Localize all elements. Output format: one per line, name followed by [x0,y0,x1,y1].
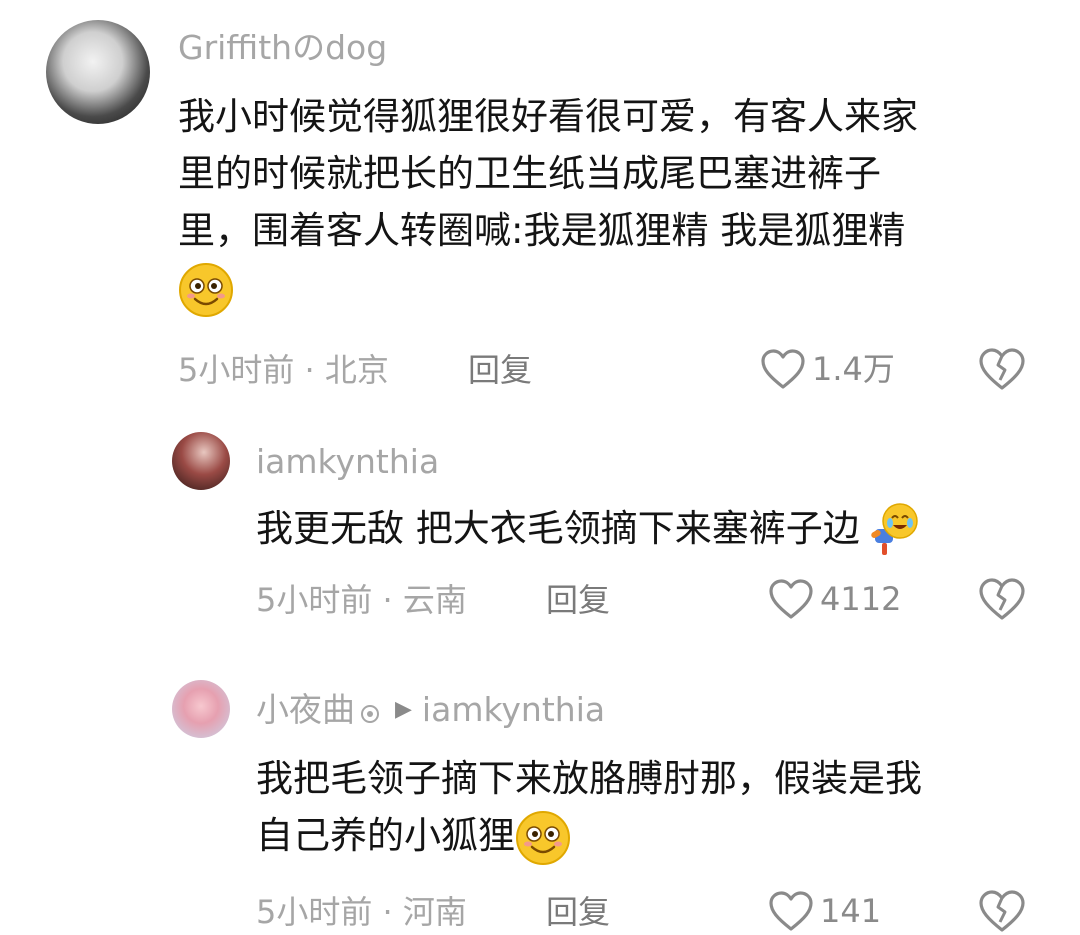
smile-emoji [179,262,233,317]
comment-text: 我更无敌 把大衣毛领摘下来塞裤子边 [256,500,1056,561]
username[interactable]: Griffithのdog [178,28,387,68]
comment-text: 我小时候觉得狐狸很好看很可爱，有客人来家 里的时候就把长的卫生纸当成尾巴塞进裤子… [178,88,1058,317]
like-button[interactable]: 141 [768,890,881,932]
comment-line: 里的时候就把长的卫生纸当成尾巴塞进裤子 [178,152,881,195]
comment-line: 里，围着客人转圈喊:我是狐狸精 我是狐狸精 [178,209,906,252]
broken-heart-icon[interactable] [978,347,1026,391]
like-count: 4112 [820,580,902,618]
comment-line: 我把毛领子摘下来放胳膊肘那，假装是我 [256,757,922,800]
reply-header: 小夜曲 ▶ iamkynthia [256,690,605,730]
heart-icon [769,579,813,619]
heart-icon [761,349,805,389]
smile-emoji [516,810,570,865]
avatar[interactable] [172,432,230,490]
timestamp-location: 5小时前 · 河南 [256,893,467,931]
laugh-cry-emoji [871,502,918,555]
avatar[interactable] [172,680,230,738]
like-count: 141 [820,892,882,930]
timestamp-location: 5小时前 · 北京 [178,351,389,389]
username[interactable]: iamkynthia [256,442,439,482]
reply-button[interactable]: 回复 [546,580,610,620]
comment-line: 我小时候觉得狐狸很好看很可爱，有客人来家 [178,95,918,138]
heart-icon [769,891,813,931]
broken-heart-icon[interactable] [978,577,1026,621]
like-button[interactable]: 4112 [768,578,901,620]
like-count: 1.4万 [812,350,895,388]
comment-text: 我把毛领子摘下来放胳膊肘那，假装是我 自己养的小狐狸 [256,750,1056,866]
comment-line: 自己养的小狐狸 [256,814,515,857]
broken-heart-icon[interactable] [978,889,1026,933]
timestamp-location: 5小时前 · 云南 [256,581,467,619]
badge-icon [361,705,379,723]
like-button[interactable]: 1.4万 [760,348,895,390]
reply-arrow-icon: ▶ [395,697,412,722]
reply-to-username[interactable]: iamkynthia [422,690,605,730]
reply-button[interactable]: 回复 [468,350,532,390]
avatar[interactable] [46,20,150,124]
username[interactable]: 小夜曲 [256,690,355,730]
reply-button[interactable]: 回复 [546,892,610,932]
comment-line: 我更无敌 把大衣毛领摘下来塞裤子边 [256,507,860,550]
